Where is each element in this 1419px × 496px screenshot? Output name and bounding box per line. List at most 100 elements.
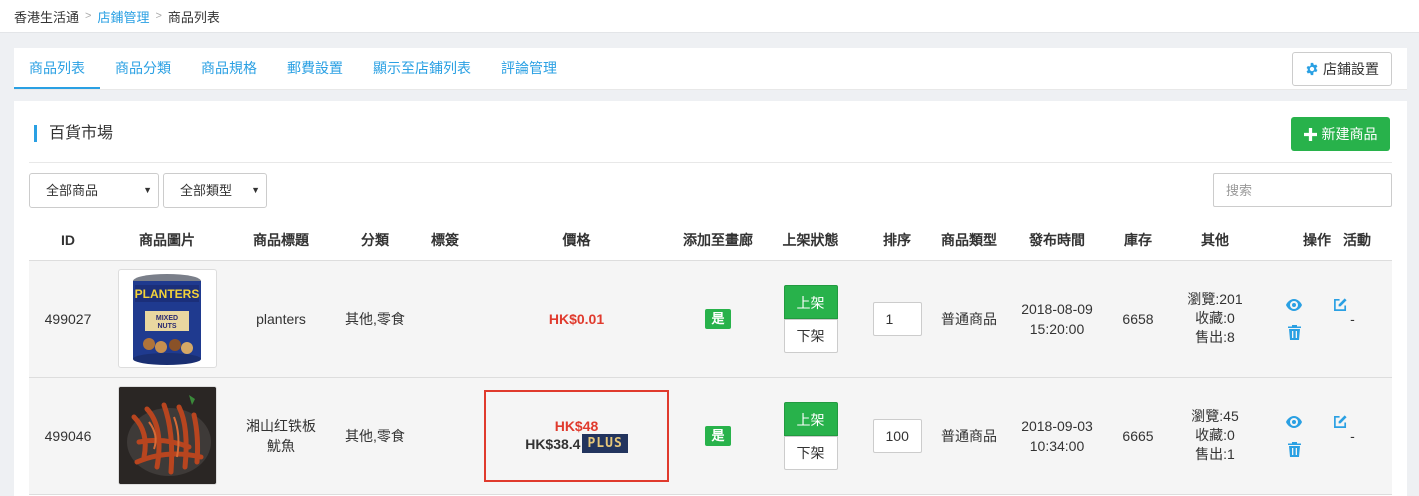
caret-down-icon: ▼ xyxy=(143,185,152,195)
price-value: HK$0.01 xyxy=(548,310,605,327)
sort-input[interactable] xyxy=(872,418,922,453)
svg-text:MIXED: MIXED xyxy=(156,315,178,322)
table-header-row: ID 商品圖片 商品標題 分類 標簽 價格 添加至畫廊 上架狀態 排序 商品類型… xyxy=(29,220,1392,261)
header-sort: 排序 xyxy=(863,220,931,261)
chevron-right-icon: > xyxy=(155,10,162,22)
gallery-yes-badge[interactable]: 是 xyxy=(705,308,731,329)
publish-time: 15:20:00 xyxy=(1029,320,1085,337)
view-eye-icon[interactable] xyxy=(1283,294,1305,316)
publish-date: 2018-09-03 xyxy=(1021,417,1093,434)
publish-date: 2018-08-09 xyxy=(1021,300,1093,317)
new-product-label: 新建商品 xyxy=(1321,126,1378,142)
price-value: HK$48 xyxy=(554,418,599,434)
table-row: 499027 PLANTERS MIXED NUTS planters 其他,零… xyxy=(29,260,1392,378)
cell-shelf-status: 上架 下架 xyxy=(758,377,863,495)
shelf-off-button[interactable]: 下架 xyxy=(783,435,838,470)
cell-publish-time: 2018-08-09 15:20:00 xyxy=(1007,260,1107,378)
svg-text:PLANTERS: PLANTERS xyxy=(135,287,200,301)
product-filter-select[interactable]: 全部商品 ▼ xyxy=(29,173,159,208)
divider xyxy=(29,162,1392,163)
breadcrumb: 香港生活通 > 店鋪管理 > 商品列表 xyxy=(0,0,1419,33)
edit-icon[interactable] xyxy=(1329,294,1351,316)
price-highlight-box: HK$48 HK$38.4 PLUS xyxy=(484,389,669,482)
tab-shipping-settings[interactable]: 郵費設置 xyxy=(272,48,358,89)
cell-tag xyxy=(415,260,475,378)
trash-icon[interactable] xyxy=(1283,322,1305,344)
product-image-planters[interactable]: PLANTERS MIXED NUTS xyxy=(117,269,217,368)
cell-category: 其他,零食 xyxy=(335,377,415,495)
chevron-right-icon: > xyxy=(85,10,92,22)
header-category: 分類 xyxy=(335,220,415,261)
cell-other: 瀏覽:45 收藏:0 售出:1 xyxy=(1169,377,1261,495)
header-title: 商品標題 xyxy=(227,220,335,261)
cell-gallery: 是 xyxy=(678,260,758,378)
cell-category: 其他,零食 xyxy=(335,260,415,378)
product-panel: 百貨市場 新建商品 全部商品 ▼ 全部類型 ▼ ID 商品圖片 商品標題 分類 … xyxy=(14,101,1407,496)
cell-stock: 6665 xyxy=(1107,377,1169,495)
caret-down-icon: ▼ xyxy=(251,185,260,195)
breadcrumb-shop-management[interactable]: 店鋪管理 xyxy=(97,7,149,26)
header-type: 商品類型 xyxy=(931,220,1007,261)
header-tag: 標簽 xyxy=(415,220,475,261)
cell-gallery: 是 xyxy=(678,377,758,495)
favorites-count: 收藏:0 xyxy=(1195,427,1235,443)
cell-other: 瀏覽:201 收藏:0 售出:8 xyxy=(1169,260,1261,378)
cell-type: 普通商品 xyxy=(931,377,1007,495)
table-row: 499046 湘山红铁板 魷魚 其他,零食 HK$48 HK$38.4 PLUS… xyxy=(29,377,1392,495)
trash-icon[interactable] xyxy=(1283,439,1305,461)
shop-settings-label: 店鋪設置 xyxy=(1323,61,1379,77)
cell-id: 499046 xyxy=(29,377,107,495)
shop-settings-button[interactable]: 店鋪設置 xyxy=(1292,52,1392,86)
shelf-on-button[interactable]: 上架 xyxy=(783,401,838,436)
cell-price: HK$48 HK$38.4 PLUS xyxy=(475,377,678,495)
shelf-off-button[interactable]: 下架 xyxy=(783,318,838,353)
cell-actions xyxy=(1261,377,1373,495)
sold-count: 售出:8 xyxy=(1195,329,1235,345)
cell-sort xyxy=(863,377,931,495)
cell-title[interactable]: planters xyxy=(227,260,335,378)
header-price: 價格 xyxy=(475,220,678,261)
cell-title[interactable]: 湘山红铁板 魷魚 xyxy=(227,377,335,495)
cell-image xyxy=(107,377,227,495)
header-shelf-status: 上架狀態 xyxy=(758,220,863,261)
cell-activity: - xyxy=(1350,260,1392,378)
header-publish-time: 發布時間 xyxy=(1007,220,1107,261)
view-eye-icon[interactable] xyxy=(1283,411,1305,433)
header-stock: 庫存 xyxy=(1107,220,1169,261)
cell-id: 499027 xyxy=(29,260,107,378)
header-image: 商品圖片 xyxy=(107,220,227,261)
tab-show-in-shop-list[interactable]: 顯示至店鋪列表 xyxy=(358,48,486,89)
cell-tag xyxy=(415,377,475,495)
shelf-on-button[interactable]: 上架 xyxy=(783,284,838,319)
plus-price-value: HK$38.4 xyxy=(525,435,581,452)
sort-input[interactable] xyxy=(872,301,922,336)
product-thumbnail xyxy=(118,387,216,484)
gallery-yes-badge[interactable]: 是 xyxy=(705,425,731,446)
title-line-1: 湘山红铁板 xyxy=(246,417,316,434)
search-input[interactable] xyxy=(1213,173,1392,207)
header-id: ID xyxy=(29,220,107,261)
plus-price: HK$38.4 PLUS xyxy=(525,434,628,453)
cell-publish-time: 2018-09-03 10:34:00 xyxy=(1007,377,1107,495)
cell-type: 普通商品 xyxy=(931,260,1007,378)
new-product-button[interactable]: 新建商品 xyxy=(1291,117,1390,151)
edit-icon[interactable] xyxy=(1329,411,1351,433)
breadcrumb-home[interactable]: 香港生活通 xyxy=(14,7,79,26)
header-gallery: 添加至畫廊 xyxy=(678,220,758,261)
type-filter-select[interactable]: 全部類型 ▼ xyxy=(163,173,267,208)
plus-badge: PLUS xyxy=(582,434,628,453)
product-thumbnail: PLANTERS MIXED NUTS xyxy=(133,274,201,365)
header-other: 其他 xyxy=(1169,220,1261,261)
tab-product-list[interactable]: 商品列表 xyxy=(14,48,100,89)
cell-price: HK$0.01 xyxy=(475,260,678,378)
views-count: 瀏覽:201 xyxy=(1187,291,1243,307)
header-activity: 活動 xyxy=(1343,220,1392,261)
tab-product-category[interactable]: 商品分類 xyxy=(100,48,186,89)
product-image-squid[interactable] xyxy=(117,386,217,485)
tab-review-management[interactable]: 評論管理 xyxy=(486,48,572,89)
gear-icon xyxy=(1306,62,1318,76)
cell-activity: - xyxy=(1350,377,1392,495)
cell-shelf-status: 上架 下架 xyxy=(758,260,863,378)
tab-bar: 商品列表 商品分類 商品規格 郵費設置 顯示至店鋪列表 評論管理 店鋪設置 xyxy=(14,48,1407,90)
tab-product-spec[interactable]: 商品規格 xyxy=(186,48,272,89)
